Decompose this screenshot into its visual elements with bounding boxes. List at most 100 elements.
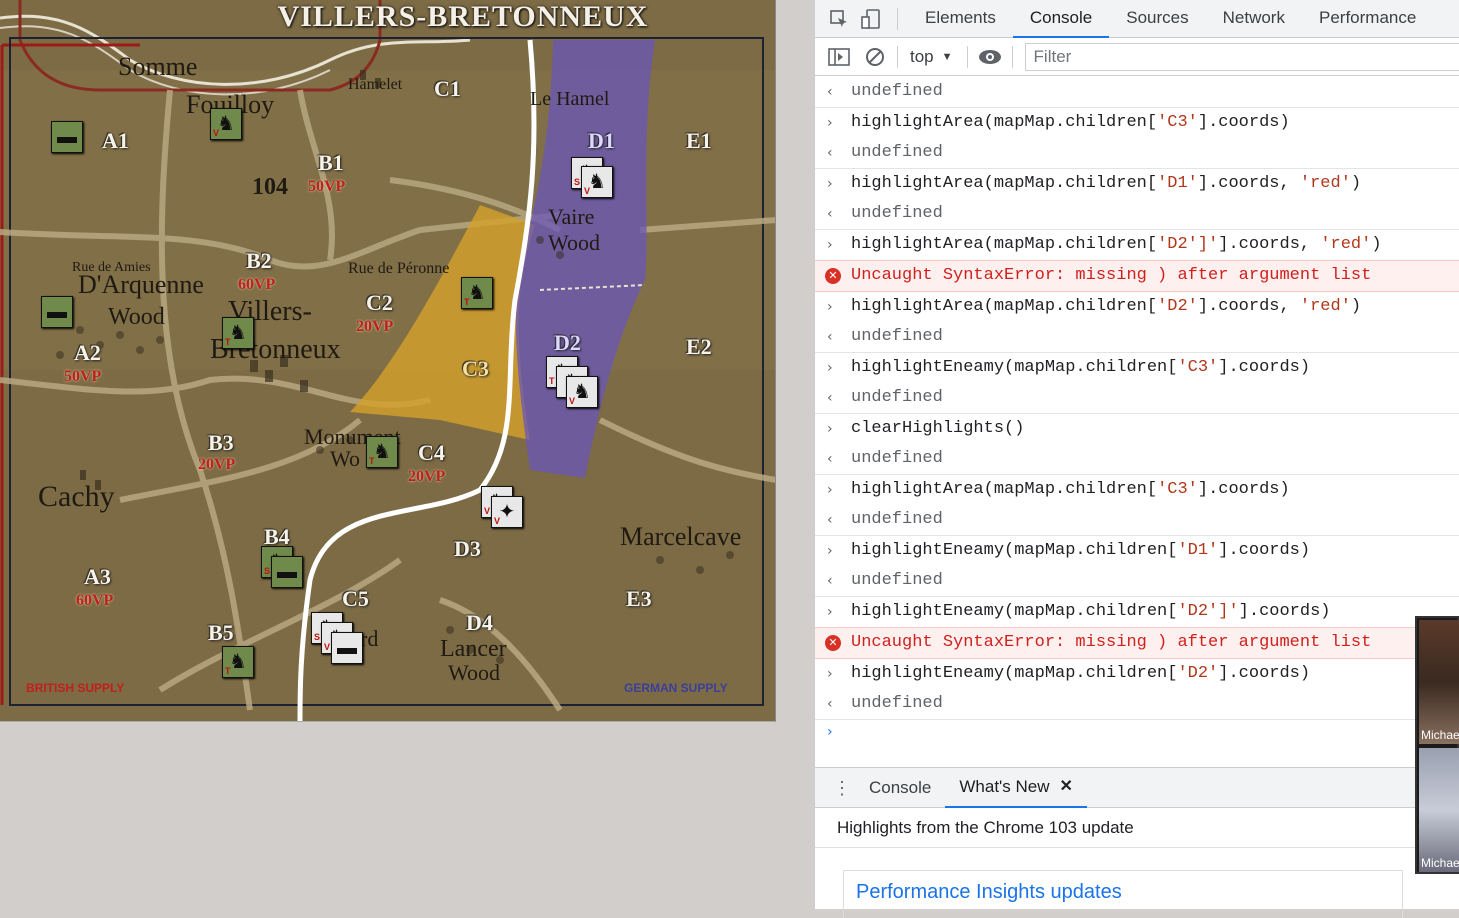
zone-d4[interactable]: D4 bbox=[466, 610, 493, 636]
place-marcelcave: Marcelcave bbox=[620, 522, 742, 551]
zone-e3[interactable]: E3 bbox=[626, 586, 652, 612]
chevron-right-icon: › bbox=[827, 482, 833, 498]
video-tile[interactable]: Michael bbox=[1419, 620, 1459, 744]
tab-network[interactable]: Network bbox=[1206, 0, 1302, 38]
console-command: › highlightEneamy(mapMap.children['C3'].c… bbox=[815, 353, 1459, 383]
toolbar-divider bbox=[1011, 45, 1013, 68]
zone-d2[interactable]: D2 bbox=[554, 330, 581, 356]
unit-tank-counter[interactable]: ▬ bbox=[51, 121, 83, 153]
tab-elements[interactable]: Elements bbox=[908, 0, 1013, 38]
tank-icon: ▬ bbox=[277, 561, 297, 583]
device-toolbar-icon[interactable] bbox=[859, 7, 883, 31]
zone-c4[interactable]: C4 bbox=[418, 440, 445, 466]
chevron-right-icon: › bbox=[827, 666, 833, 682]
zone-c3[interactable]: C3 bbox=[462, 356, 489, 382]
live-expression-eye-icon[interactable] bbox=[978, 45, 1002, 69]
map-title: VILLERS-BRETONNEUX bbox=[277, 0, 649, 33]
chevron-right-icon: › bbox=[827, 604, 833, 620]
toolbar-divider bbox=[966, 45, 968, 68]
unit-german-counter[interactable]: ♞V bbox=[581, 166, 613, 198]
tab-performance[interactable]: Performance bbox=[1302, 0, 1433, 38]
clear-console-icon[interactable] bbox=[863, 45, 887, 69]
zone-b5[interactable]: B5 bbox=[208, 620, 234, 646]
place-arquenne: D'Arquenne bbox=[78, 270, 204, 299]
unit-infantry-counter[interactable]: ♞ T bbox=[222, 646, 254, 678]
console-result: ‹ undefined bbox=[815, 505, 1459, 536]
video-call-overlay[interactable]: Michael Michael bbox=[1415, 616, 1459, 874]
zone-e1[interactable]: E1 bbox=[686, 128, 712, 154]
zone-c1[interactable]: C1 bbox=[434, 76, 461, 102]
zone-d1[interactable]: D1 bbox=[588, 128, 615, 154]
console-command: › highlightArea(mapMap.children['C3'].coo… bbox=[815, 475, 1459, 505]
close-tab-icon[interactable]: ✕ bbox=[1060, 768, 1073, 806]
unit-infantry-counter[interactable]: ♞ T bbox=[366, 436, 398, 468]
tab-sources[interactable]: Sources bbox=[1109, 0, 1205, 38]
result-arrow-icon: ‹ bbox=[827, 84, 833, 100]
map-page: VILLERS-BRETONNEUX Somme Fouilloy Hamele… bbox=[0, 0, 776, 722]
soldier-icon: ♞ bbox=[468, 282, 486, 304]
zone-a2[interactable]: A2 bbox=[74, 340, 101, 366]
caret-down-icon: ▼ bbox=[941, 50, 953, 63]
unit-infantry-counter[interactable]: ♞ V bbox=[210, 108, 242, 140]
console-error: ✕ Uncaught SyntaxError: missing ) after a… bbox=[815, 260, 1459, 292]
console-result: ‹ undefined bbox=[815, 77, 1459, 108]
place-somme: Somme bbox=[118, 52, 198, 81]
participant-name: Michael bbox=[1421, 728, 1459, 742]
zone-e2[interactable]: E2 bbox=[686, 334, 712, 360]
context-selector[interactable]: top ▼ bbox=[910, 47, 953, 67]
performance-insights-link[interactable]: Performance Insights updates bbox=[856, 881, 1122, 903]
unit-infantry-counter[interactable]: ♞ T bbox=[461, 277, 493, 309]
console-prompt-input[interactable]: › bbox=[815, 720, 1459, 750]
unit-german-counter[interactable]: ♞V bbox=[566, 376, 598, 408]
drawer-tab-console[interactable]: Console bbox=[855, 768, 945, 808]
zone-c2[interactable]: C2 bbox=[366, 290, 393, 316]
video-tile[interactable]: Michael bbox=[1419, 748, 1459, 872]
console-command: › highlightEneamy(mapMap.children['D2']']… bbox=[815, 597, 1459, 627]
error-icon: ✕ bbox=[825, 635, 841, 651]
drawer-tab-whats-new[interactable]: What's New ✕ bbox=[945, 768, 1087, 808]
prompt-chevron-icon: › bbox=[827, 724, 833, 740]
console-toolbar: top ▼ Filter bbox=[815, 38, 1459, 76]
result-arrow-icon: ‹ bbox=[827, 696, 833, 712]
sidebar-toggle-icon[interactable] bbox=[827, 45, 851, 69]
zone-b2[interactable]: B2 bbox=[246, 248, 272, 274]
place-hill-104: 104 bbox=[252, 174, 288, 200]
result-arrow-icon: ‹ bbox=[827, 512, 833, 528]
soldier-icon: ♞ bbox=[229, 651, 247, 673]
inspect-element-icon[interactable] bbox=[827, 7, 851, 31]
tank-icon: ▬ bbox=[337, 637, 357, 659]
unit-tank-counter[interactable]: ▬ bbox=[41, 296, 73, 328]
result-arrow-icon: ‹ bbox=[827, 145, 833, 161]
chevron-right-icon: › bbox=[827, 176, 833, 192]
unit-german-counter[interactable]: ✦ V bbox=[491, 496, 523, 528]
vp-b3: 20VP bbox=[198, 456, 236, 473]
place-cachy: Cachy bbox=[38, 480, 115, 513]
unit-infantry-counter[interactable]: ♞ T bbox=[222, 317, 254, 349]
chevron-right-icon: › bbox=[827, 299, 833, 315]
toolbar-divider bbox=[897, 7, 898, 30]
zone-a3[interactable]: A3 bbox=[84, 564, 111, 590]
more-options-icon[interactable]: ⋮ bbox=[833, 779, 851, 797]
console-result: ‹ undefined bbox=[815, 444, 1459, 475]
german-supply-label: GERMAN SUPPLY bbox=[624, 681, 728, 695]
console-result: ‹ undefined bbox=[815, 689, 1459, 720]
chevron-right-icon: › bbox=[827, 360, 833, 376]
zone-a1[interactable]: A1 bbox=[102, 128, 129, 154]
console-command: › highlightArea(mapMap.children['D2']'].c… bbox=[815, 230, 1459, 260]
toolbar-divider bbox=[897, 45, 898, 68]
zone-b3[interactable]: B3 bbox=[208, 430, 234, 456]
unit-german-counter[interactable]: ▬ bbox=[331, 632, 363, 664]
vp-b1: 50VP bbox=[308, 178, 346, 195]
zone-d3[interactable]: D3 bbox=[454, 536, 481, 562]
unit-tank-counter[interactable]: ▬ bbox=[271, 556, 303, 588]
tank-icon: ▬ bbox=[47, 301, 67, 323]
console-filter-input[interactable]: Filter bbox=[1024, 42, 1459, 71]
console-command: › highlightArea(mapMap.children['C3'].coo… bbox=[815, 108, 1459, 138]
chevron-right-icon: › bbox=[827, 115, 833, 131]
zone-c5[interactable]: C5 bbox=[342, 586, 369, 612]
console-result: ‹ undefined bbox=[815, 566, 1459, 597]
tab-console[interactable]: Console bbox=[1012, 0, 1110, 38]
zone-b1[interactable]: B1 bbox=[318, 150, 344, 176]
result-arrow-icon: ‹ bbox=[827, 390, 833, 406]
machine-gun-icon: ✦ bbox=[498, 501, 516, 523]
